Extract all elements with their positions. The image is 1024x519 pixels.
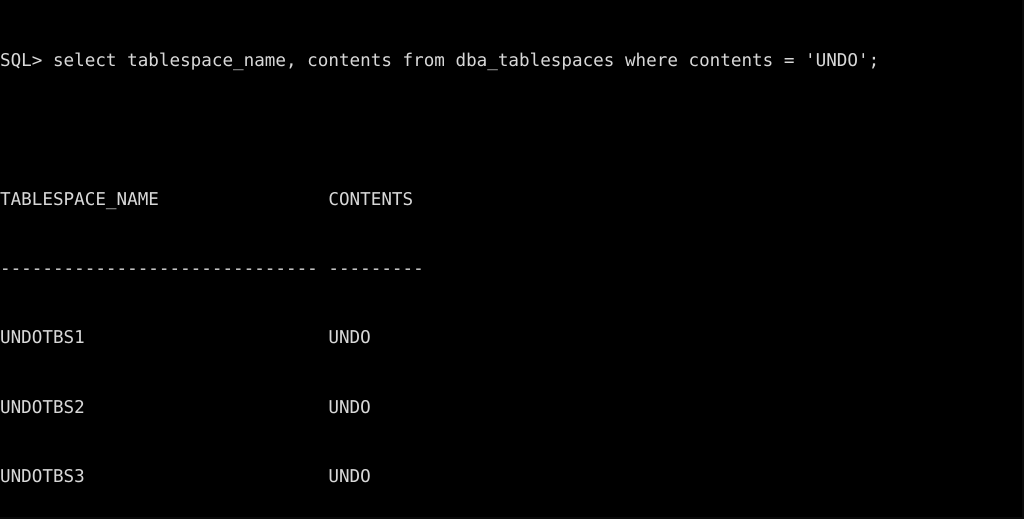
terminal-line-command-1: SQL> select tablespace_name, contents fr… [0,51,880,72]
terminal-screen[interactable]: SQL> select tablespace_name, contents fr… [0,4,1022,517]
terminal-line-table-header: TABLESPACE_NAME CONTENTS [0,189,414,210]
terminal-line-table-row: UNDOTBS1 UNDO [0,328,371,349]
terminal-line-table-separator: ------------------------------ --------- [0,259,424,280]
terminal-line-table-row: UNDOTBS2 UNDO [0,397,371,418]
terminal-window[interactable]: SQL> select tablespace_name, contents fr… [0,0,1024,519]
terminal-line-table-row: UNDOTBS3 UNDO [0,466,371,487]
